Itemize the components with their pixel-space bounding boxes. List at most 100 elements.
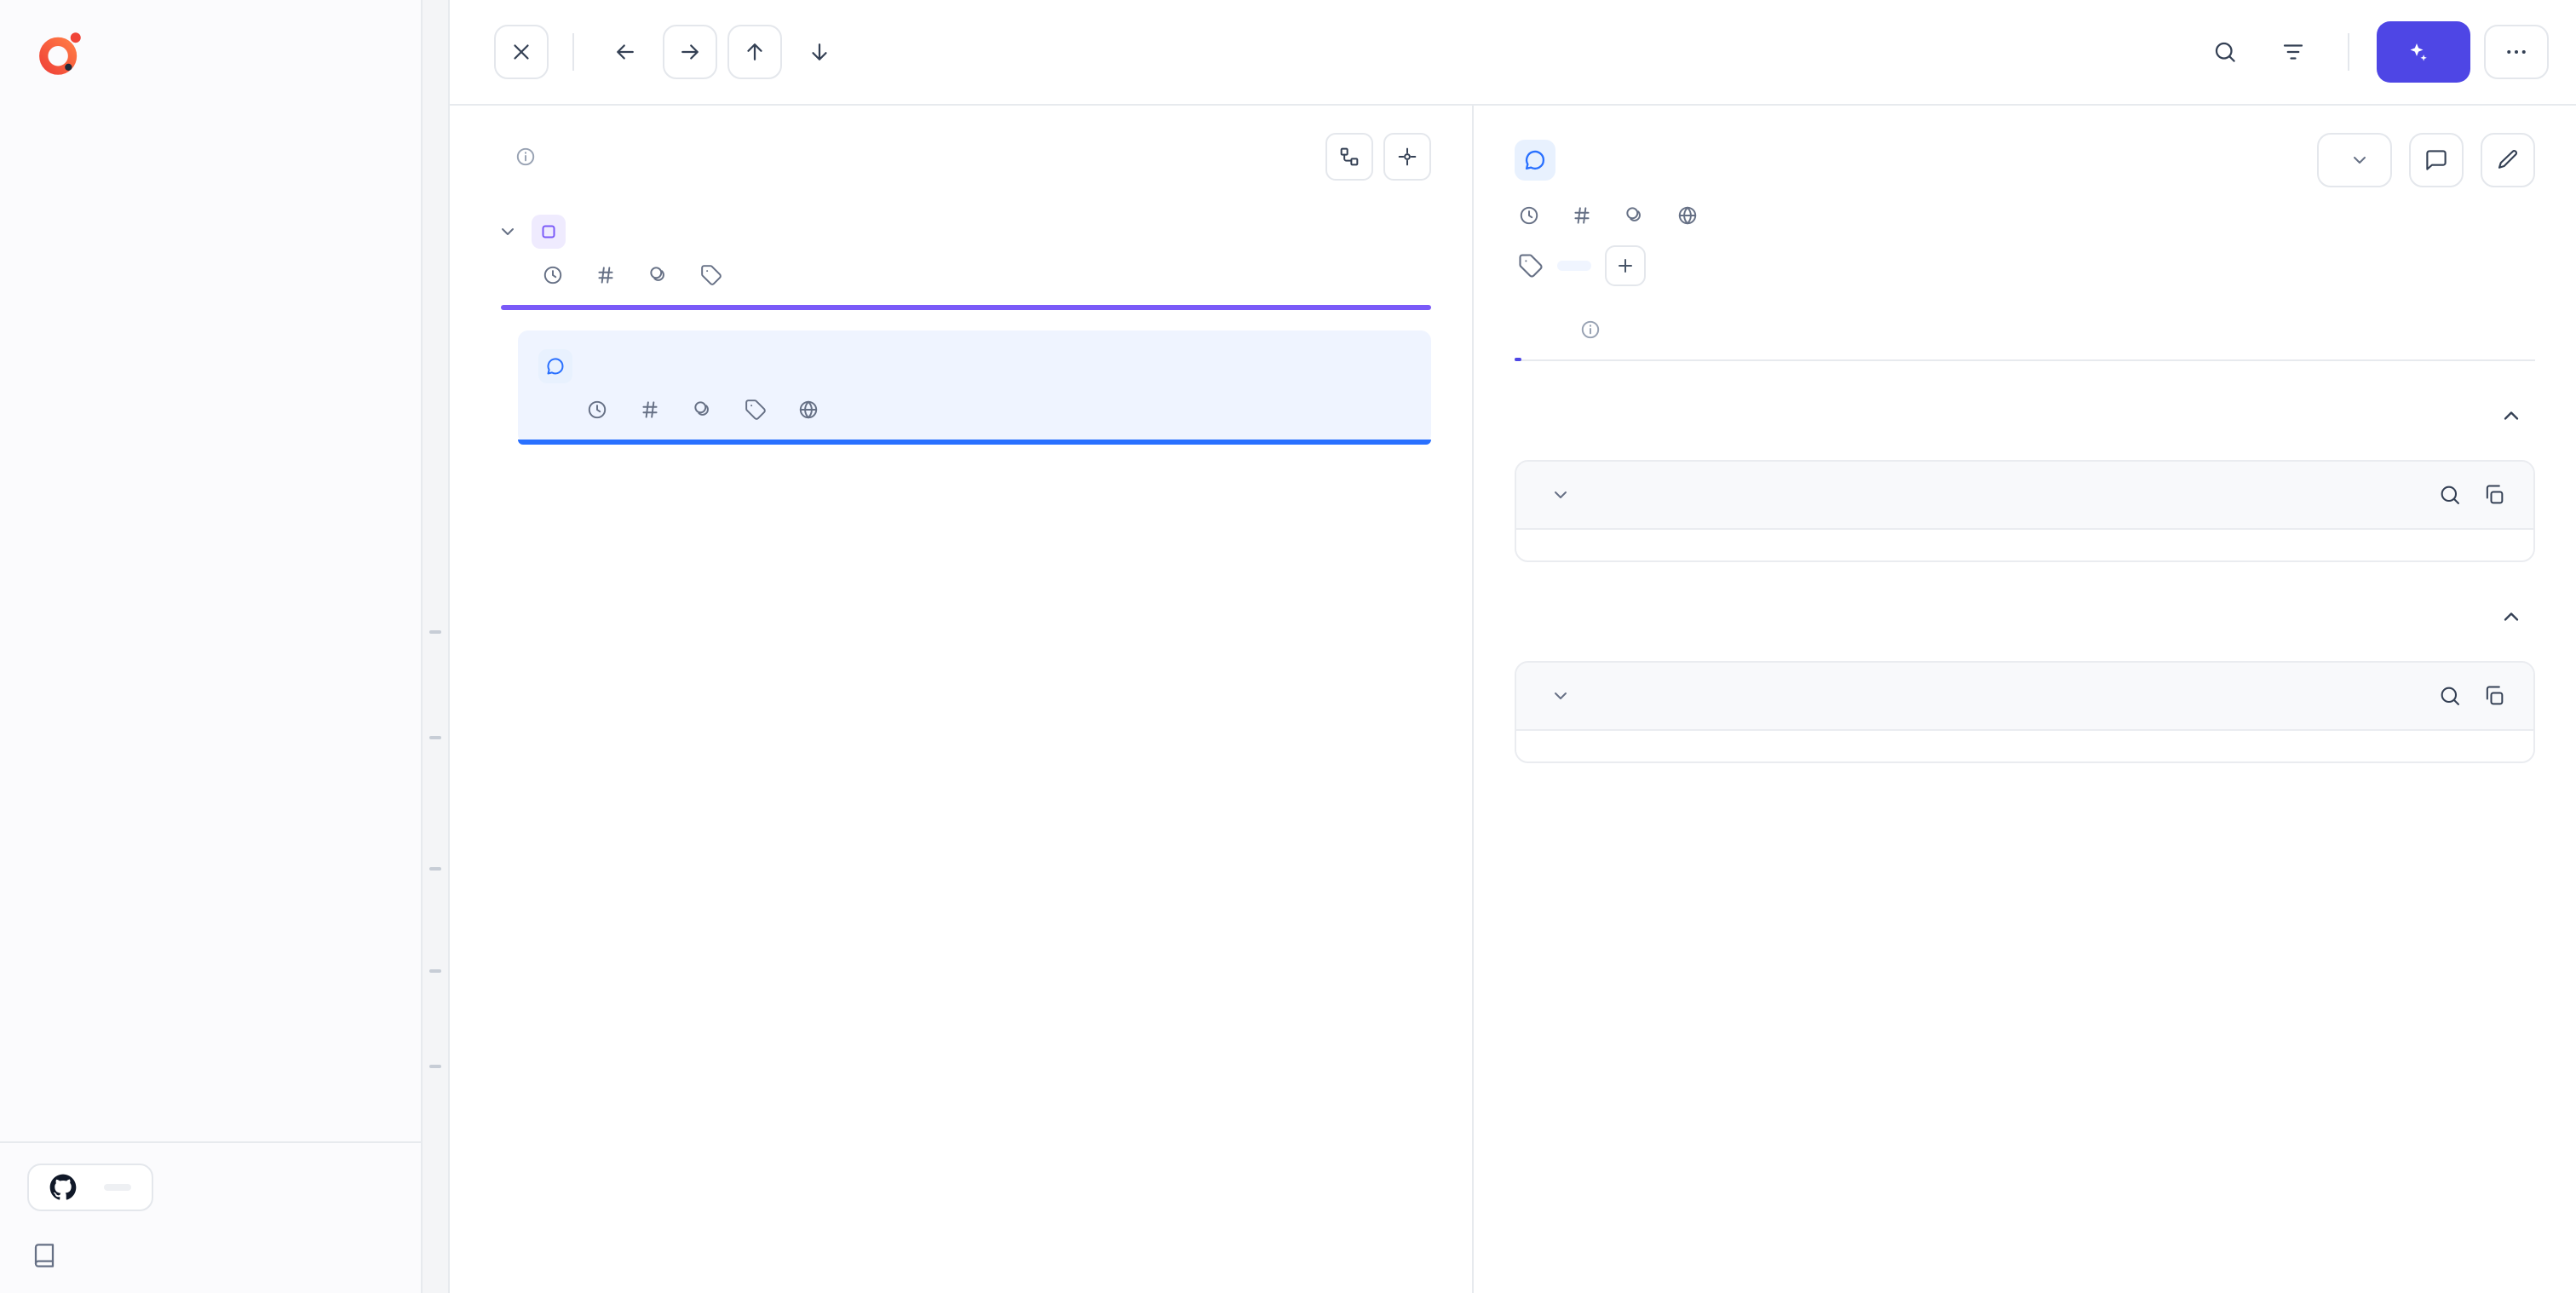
- input-output-body: [1515, 361, 2535, 1293]
- main-area: [450, 0, 2576, 1293]
- hash-icon: [639, 399, 661, 421]
- edit-button[interactable]: [2481, 133, 2535, 187]
- coins-icon: [692, 399, 714, 421]
- book-icon: [31, 1242, 58, 1269]
- info-icon: [1579, 319, 1601, 341]
- chevron-down-icon: [2349, 150, 2370, 170]
- github-icon: [49, 1174, 77, 1201]
- star-count-badge: [104, 1184, 131, 1191]
- detail-tabs: [1515, 319, 2535, 361]
- collapse-input-button[interactable]: [2487, 392, 2535, 440]
- filter-icon: [2280, 39, 2306, 65]
- arrow-right-icon: [677, 39, 703, 65]
- tokens-chip: [1571, 204, 1601, 227]
- cost-chip: [647, 264, 678, 286]
- trace-type-icon: [532, 215, 566, 249]
- tag-bedrock[interactable]: [1557, 261, 1591, 271]
- tag-count-chip: [700, 264, 731, 286]
- chevron-down-icon: [1550, 686, 1571, 706]
- clock-icon: [586, 399, 608, 421]
- comment-button[interactable]: [2409, 133, 2464, 187]
- duration-chip: [1518, 204, 1549, 227]
- search-icon: [2438, 483, 2462, 507]
- toolbar-divider: [572, 33, 574, 71]
- input-format-select[interactable]: [1540, 485, 1571, 505]
- chevron-up-icon: [2499, 605, 2523, 629]
- add-tag-button[interactable]: [1605, 245, 1646, 286]
- collapse-output-button[interactable]: [2487, 593, 2535, 641]
- coins-icon: [647, 264, 670, 286]
- ellipsis-icon: [2504, 39, 2529, 65]
- message-square-icon: [2424, 147, 2449, 173]
- search-in-output-button[interactable]: [2428, 674, 2472, 718]
- more-options-button[interactable]: [2484, 25, 2549, 79]
- opik-logo[interactable]: [0, 0, 421, 102]
- model-chip: [797, 399, 828, 421]
- sidebar-footer: [0, 1141, 421, 1293]
- resize-dash: [429, 1065, 441, 1068]
- span-tags-row: [1518, 245, 2535, 286]
- duration-chip: [586, 399, 617, 421]
- tokens-chip: [639, 399, 670, 421]
- copy-output-button[interactable]: [2472, 674, 2516, 718]
- close-button[interactable]: [494, 25, 549, 79]
- search-in-input-button[interactable]: [2428, 473, 2472, 517]
- tab-input-output[interactable]: [1515, 319, 1521, 359]
- close-icon: [509, 39, 534, 65]
- resize-dash: [429, 969, 441, 973]
- parent-span-button[interactable]: [727, 25, 782, 79]
- tab-metadata[interactable]: [1649, 319, 1656, 359]
- chevron-down-icon[interactable]: [497, 221, 518, 242]
- arrow-up-icon: [742, 39, 768, 65]
- span-duration-bar: [518, 440, 1431, 445]
- opik-app: [0, 0, 2576, 1293]
- chevron-up-icon: [2499, 404, 2523, 428]
- arrow-down-icon: [807, 39, 832, 65]
- cost-chip: [1624, 204, 1654, 227]
- trace-duration-bar: [501, 305, 1431, 310]
- search-icon: [2438, 684, 2462, 708]
- add-to-button[interactable]: [2317, 133, 2392, 187]
- output-code-block: [1515, 661, 2535, 763]
- tag-icon: [700, 264, 722, 286]
- tokens-chip: [595, 264, 625, 286]
- input-code-block: [1515, 460, 2535, 562]
- span-meta-row: [1518, 204, 2535, 227]
- prev-trace-button[interactable]: [598, 25, 653, 79]
- github-star-button[interactable]: [27, 1164, 153, 1211]
- sidebar-nav: [0, 102, 421, 1141]
- input-code-lines: [1516, 530, 2533, 560]
- copy-input-button[interactable]: [2472, 473, 2516, 517]
- hash-icon: [1571, 204, 1593, 227]
- copy-icon: [2482, 483, 2506, 507]
- output-format-select[interactable]: [1540, 686, 1571, 706]
- clock-icon: [542, 264, 564, 286]
- sparkles-icon: [2404, 39, 2429, 65]
- tree-diagram-icon: [1337, 145, 1361, 169]
- cost-chip: [692, 399, 722, 421]
- toolbar-divider: [2348, 33, 2349, 71]
- trace-rows: [494, 208, 1431, 1293]
- tab-feedback-scores[interactable]: [1566, 319, 1605, 359]
- trace-row-root[interactable]: [494, 208, 1431, 310]
- model-chip: [1676, 204, 1707, 227]
- crosshair-icon: [1395, 145, 1419, 169]
- resize-dash: [429, 630, 441, 634]
- debug-with-ai-button[interactable]: [2377, 21, 2470, 83]
- duration-chip: [542, 264, 572, 286]
- resize-dash: [429, 867, 441, 871]
- trace-row-span-selected[interactable]: [518, 330, 1431, 445]
- output-code-lines: [1516, 731, 2533, 761]
- child-span-button[interactable]: [792, 25, 847, 79]
- tree-view-button[interactable]: [1325, 133, 1373, 181]
- trace-tree-panel: [450, 106, 1472, 1293]
- span-detail-panel: [1472, 106, 2576, 1293]
- focus-selected-button[interactable]: [1383, 133, 1431, 181]
- sidebar-item-documentation[interactable]: [27, 1228, 394, 1283]
- panel-resize-handle[interactable]: [423, 0, 450, 1293]
- tag-count-chip: [745, 399, 775, 421]
- search-button[interactable]: [2198, 25, 2252, 79]
- next-trace-button[interactable]: [663, 25, 717, 79]
- filter-button[interactable]: [2266, 25, 2320, 79]
- content-area: [450, 106, 2576, 1293]
